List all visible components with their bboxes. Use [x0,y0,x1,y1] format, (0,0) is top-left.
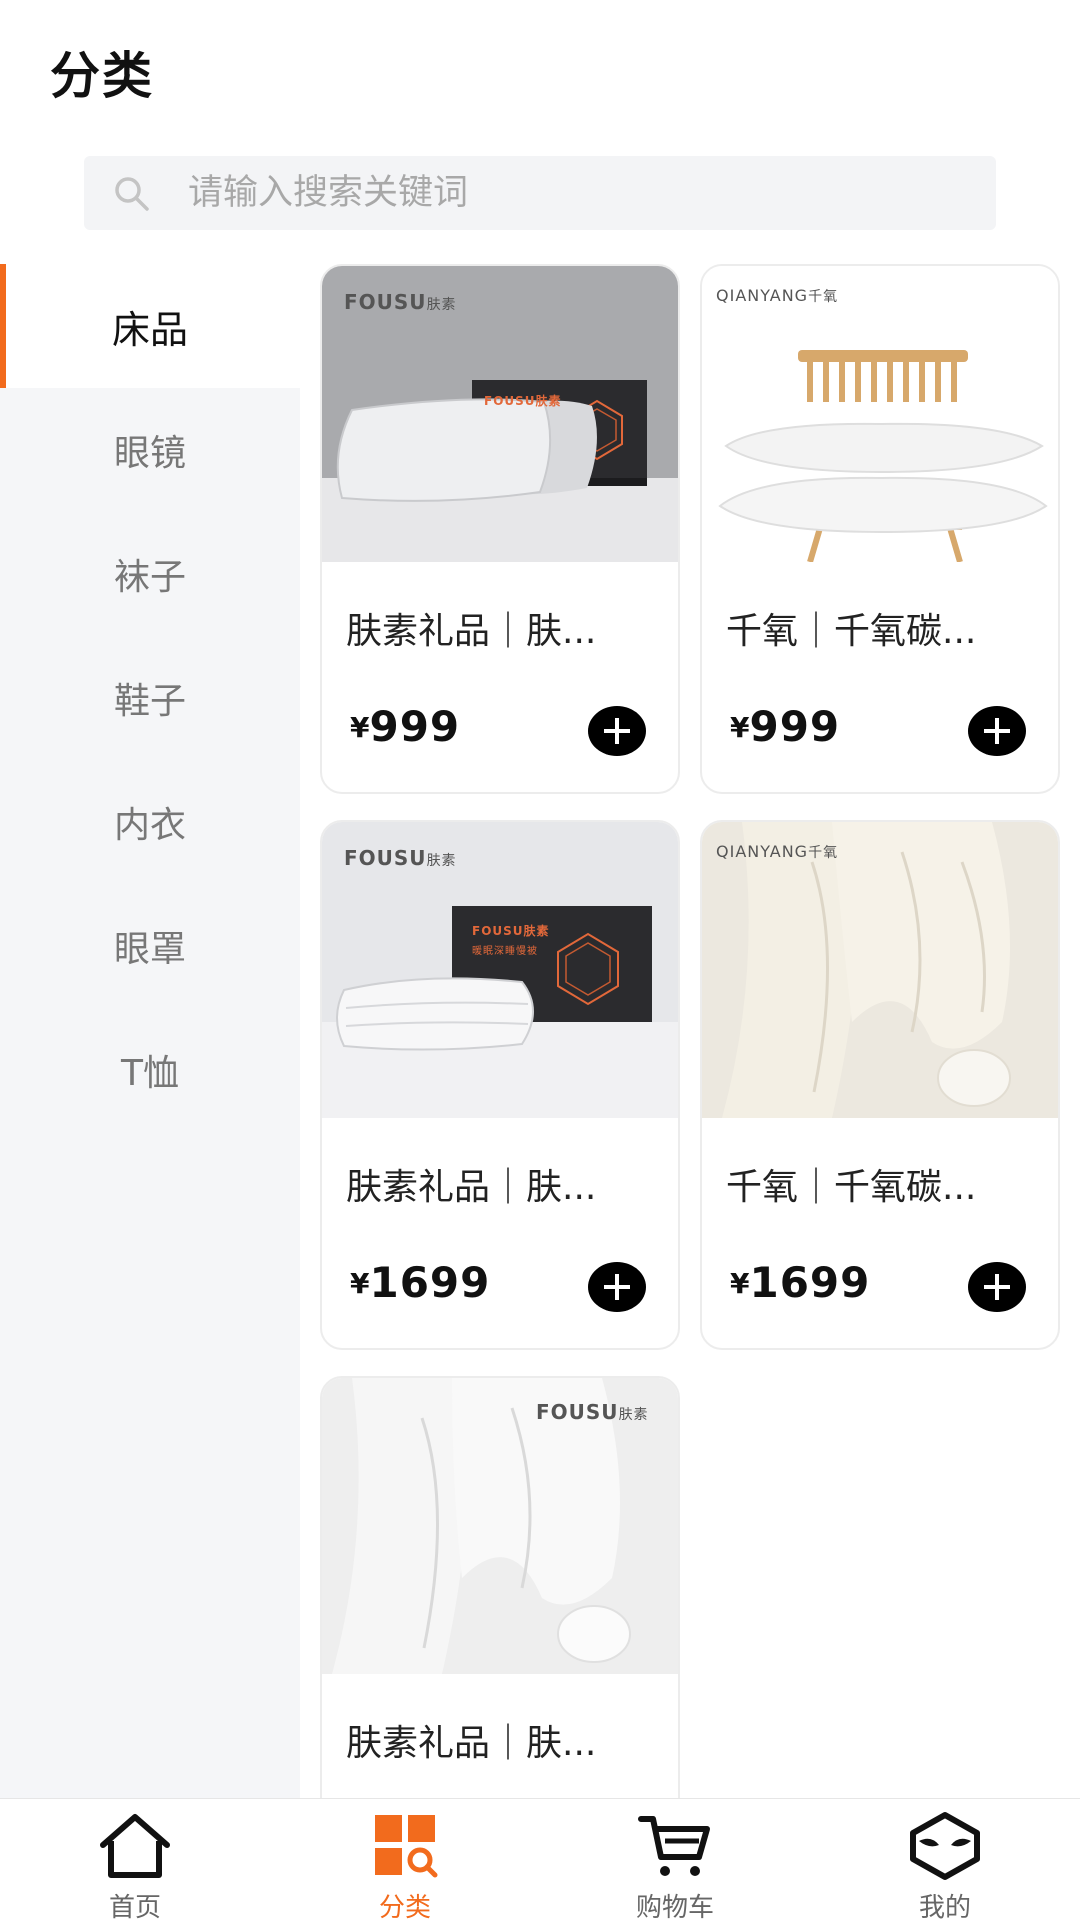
sidebar-item-shoes[interactable]: 鞋子 [0,636,300,760]
page-title: 分类 [50,47,154,105]
sidebar-item-eye-mask[interactable]: 眼罩 [0,884,300,1008]
add-to-cart-button[interactable] [968,1262,1026,1312]
tab-label: 首页 [108,1893,161,1920]
product-name: 肤素礼品｜肤... [346,1167,597,1208]
header: 分类 [0,0,1080,140]
category-sidebar: 床品 眼镜 袜子 鞋子 内衣 眼罩 T恤 [0,264,300,1798]
product-image: FOUSU肤素 FOUSU肤素 暖眠深睡慢被 [322,822,678,1118]
product-name: 千氧｜千氧碳... [726,1167,977,1208]
tab-profile[interactable]: 我的 [810,1799,1080,1920]
tab-category[interactable]: 分类 [270,1799,540,1920]
add-to-cart-button[interactable] [968,706,1026,756]
tab-home[interactable]: 首页 [0,1799,270,1920]
search-input[interactable] [188,156,968,230]
product-image: FOUSU肤素 [322,1378,678,1674]
product-price: ¥1699 [350,1258,491,1307]
tab-label: 购物车 [635,1893,714,1920]
product-image: QIANYANG千氧 [702,822,1058,1118]
product-card[interactable]: FOUSU肤素 肤素礼品｜肤... [320,1376,680,1798]
box-label: FOUSU肤素 [484,394,562,408]
search-bar[interactable] [84,156,996,230]
product-image: FOUSU肤素 FOUSU肤素 [322,266,678,562]
sidebar-item-socks[interactable]: 袜子 [0,512,300,636]
home-icon [100,1814,170,1878]
add-to-cart-button[interactable] [588,706,646,756]
product-price: ¥1699 [730,1258,871,1307]
product-card[interactable]: QIANYANG千氧 千氧｜千氧碳... ¥999 [700,264,1060,794]
brand-logo: QIANYANG千氧 [716,842,839,861]
product-card[interactable]: FOUSU肤素 FOUSU肤素 肤素礼品｜肤... ¥999 [320,264,680,794]
brand-logo: QIANYANG千氧 [716,286,839,305]
category-icon [375,1815,438,1878]
product-image: QIANYANG千氧 [702,266,1058,562]
product-name: 肤素礼品｜肤... [346,611,597,652]
profile-icon [910,1812,980,1880]
product-name: 千氧｜千氧碳... [726,611,977,652]
brand-logo: FOUSU肤素 [344,846,457,870]
tab-cart[interactable]: 购物车 [540,1799,810,1920]
brand-logo: FOUSU肤素 [344,290,457,314]
box-label: FOUSU肤素 [472,924,550,938]
tab-label: 分类 [378,1893,431,1920]
sidebar-item-bedding[interactable]: 床品 [0,264,300,388]
sidebar-item-underwear[interactable]: 内衣 [0,760,300,884]
box-subtitle: 暖眠深睡慢被 [472,946,538,957]
product-price: ¥999 [350,702,461,751]
product-name: 肤素礼品｜肤... [346,1723,597,1764]
product-card[interactable]: FOUSU肤素 FOUSU肤素 暖眠深睡慢被 肤素礼品｜肤... ¥1699 [320,820,680,1350]
bottom-tab-bar: 首页 分类 购物车 我的 [0,1798,1080,1920]
sidebar-item-tshirt[interactable]: T恤 [0,1008,300,1132]
add-to-cart-button[interactable] [588,1262,646,1312]
product-grid: FOUSU肤素 FOUSU肤素 肤素礼品｜肤... ¥999 QIANYANG千… [300,264,1080,1798]
sidebar-item-glasses[interactable]: 眼镜 [0,388,300,512]
tab-label: 我的 [918,1893,971,1920]
brand-logo: FOUSU肤素 [536,1400,649,1424]
product-card[interactable]: QIANYANG千氧 千氧｜千氧碳... ¥1699 [700,820,1060,1350]
cart-icon [638,1816,710,1876]
search-icon [115,177,149,211]
product-price: ¥999 [730,702,841,751]
